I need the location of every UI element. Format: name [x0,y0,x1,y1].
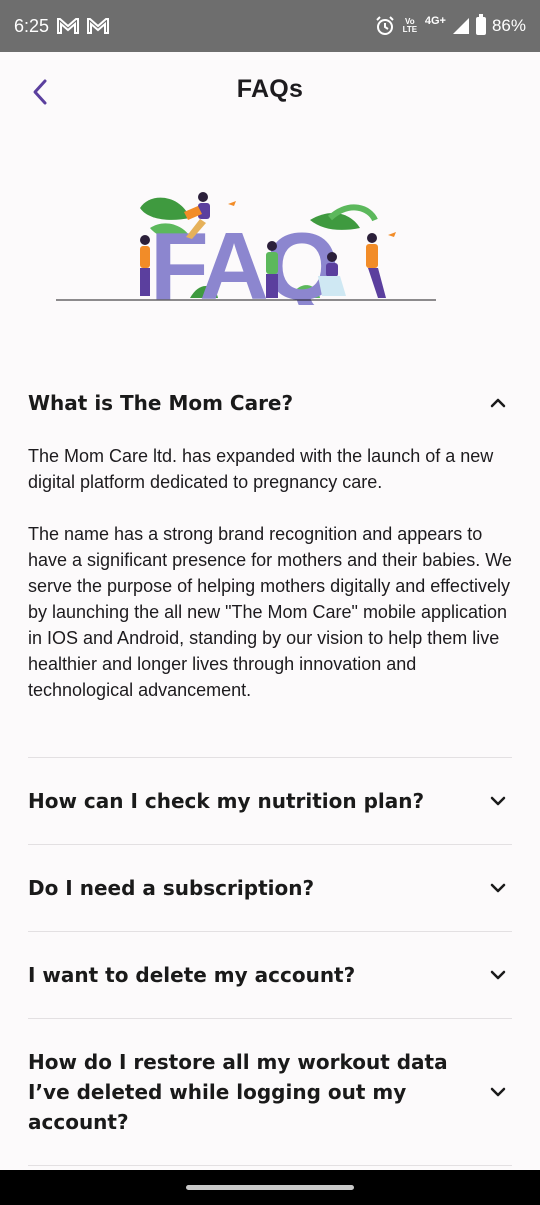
faq-item: What is The Mom Care? The Mom Care ltd. … [28,365,512,758]
app-header: FAQs [0,52,540,126]
battery-percent: 86% [491,16,526,35]
faq-item: I want to delete my account? [28,932,512,1019]
gmail-icon [57,18,80,34]
faq-illustration: FAQ [56,192,436,305]
chevron-down-icon[interactable] [486,789,510,813]
system-nav-bar [0,1170,540,1205]
status-right: Vo LTE 4G+ 86% [375,14,526,36]
faq-question: Do I need a subscription? [28,876,315,900]
gmail-icon [87,18,110,34]
status-time: 6:25 [14,15,50,36]
chevron-down-icon[interactable] [486,1080,510,1104]
faq-question-row[interactable]: How do I restore all my workout data I’v… [28,1019,512,1165]
network-type: 4G+ [424,15,446,27]
faq-question-row[interactable]: How can I check my nutrition plan? [28,758,512,844]
chevron-up-icon[interactable] [486,391,510,415]
page-title: FAQs [236,74,304,103]
faq-question: How do I restore all my workout data I’v… [28,1050,448,1134]
faq-question: I want to delete my account? [28,963,356,987]
chevron-down-icon[interactable] [486,876,510,900]
chevron-down-icon[interactable] [486,963,510,987]
faq-item: Do I need a subscription? [28,845,512,932]
back-button[interactable] [22,74,58,110]
faq-question-row[interactable]: What is The Mom Care? [28,365,512,441]
alarm-icon [376,16,394,35]
faq-question-row[interactable]: Do I need a subscription? [28,845,512,931]
status-left: 6:25 [14,15,110,37]
home-indicator[interactable] [186,1185,354,1190]
faq-question-row[interactable]: I want to delete my account? [28,932,512,1018]
faq-question: How can I check my nutrition plan? [28,789,425,813]
status-bar: 6:25 Vo LTE 4G+ 86% [0,0,540,52]
faq-item: How do I restore all my workout data I’v… [28,1019,512,1166]
faq-question: What is The Mom Care? [28,391,294,415]
battery-icon [475,14,486,35]
faq-list: What is The Mom Care? The Mom Care ltd. … [28,365,512,1166]
signal-icon [452,18,469,34]
chevron-left-icon [33,79,47,105]
faq-answer: The Mom Care ltd. has expanded with the … [28,446,512,700]
faq-item: How can I check my nutrition plan? [28,758,512,845]
hero-letters: FAQ [150,213,336,305]
volte-indicator: Vo LTE [402,17,418,34]
